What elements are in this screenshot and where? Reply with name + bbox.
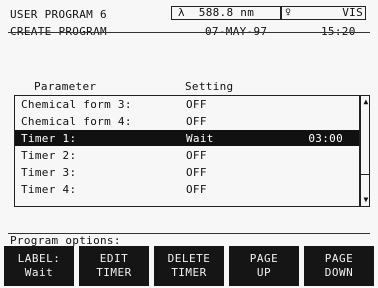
wavelength-box: λ 588.8 nm	[171, 6, 281, 20]
page-down-softkey[interactable]: PAGE DOWN	[304, 246, 374, 286]
column-header-setting: Setting	[185, 80, 234, 93]
scroll-thumb[interactable]	[361, 174, 369, 175]
page-up-softkey[interactable]: PAGE UP	[229, 246, 299, 286]
lamp-mode-box: ♀ VIS	[281, 6, 366, 20]
softkey-line2: TIMER	[96, 266, 132, 279]
column-header-parameter: Parameter	[34, 80, 97, 93]
program-title: USER PROGRAM 6	[10, 8, 107, 21]
table-row[interactable]: Chemical form 4: OFF	[15, 113, 359, 129]
softkey-line2: TIMER	[171, 266, 207, 279]
table-row[interactable]: Timer 3: OFF	[15, 164, 359, 180]
row-parameter: Timer 3:	[21, 166, 77, 179]
row-setting: OFF	[186, 115, 207, 128]
row-setting: OFF	[186, 98, 207, 111]
wavelength-readout: λ 588.8 nm	[178, 6, 255, 19]
scroll-up-arrow-icon[interactable]: ▲	[362, 98, 370, 106]
row-setting: OFF	[186, 183, 207, 196]
scrollbar[interactable]: ▲ ▼	[360, 95, 370, 207]
header-divider	[8, 32, 370, 33]
softkey-line2: DOWN	[324, 266, 354, 279]
row-parameter: Chemical form 4:	[21, 115, 132, 128]
softkey-line1: DELETE	[167, 252, 211, 265]
row-parameter: Timer 2:	[21, 149, 77, 162]
row-setting: Wait	[186, 132, 214, 145]
softkey-line2: Wait	[24, 266, 54, 279]
label-softkey[interactable]: LABEL: Wait	[4, 246, 74, 286]
softkey-line1: LABEL:	[17, 252, 61, 265]
softkey-line2: UP	[256, 266, 272, 279]
table-row[interactable]: Chemical form 3: OFF	[15, 96, 359, 112]
scroll-down-arrow-icon[interactable]: ▼	[362, 196, 370, 204]
instrument-screen: USER PROGRAM 6 λ 588.8 nm ♀ VIS CREATE P…	[0, 0, 378, 288]
row-setting: OFF	[186, 166, 207, 179]
row-parameter: Timer 1:	[21, 132, 77, 145]
lamp-mode-label: VIS	[342, 6, 363, 19]
softkey-line1: PAGE	[249, 252, 279, 265]
lamp-icon: ♀	[285, 7, 292, 18]
table-row[interactable]: Timer 4: OFF	[15, 181, 359, 197]
row-parameter: Timer 4:	[21, 183, 77, 196]
row-setting: OFF	[186, 149, 207, 162]
row-timer-value: 03:00	[308, 132, 343, 145]
edit-timer-softkey[interactable]: EDIT TIMER	[79, 246, 149, 286]
row-parameter: Chemical form 3:	[21, 98, 132, 111]
table-row[interactable]: Timer 2: OFF	[15, 147, 359, 163]
softkey-line1: PAGE	[324, 252, 354, 265]
table-row-selected[interactable]: Timer 1: Wait 03:00	[15, 130, 359, 146]
softkey-line1: EDIT	[99, 252, 129, 265]
delete-timer-softkey[interactable]: DELETE TIMER	[154, 246, 224, 286]
